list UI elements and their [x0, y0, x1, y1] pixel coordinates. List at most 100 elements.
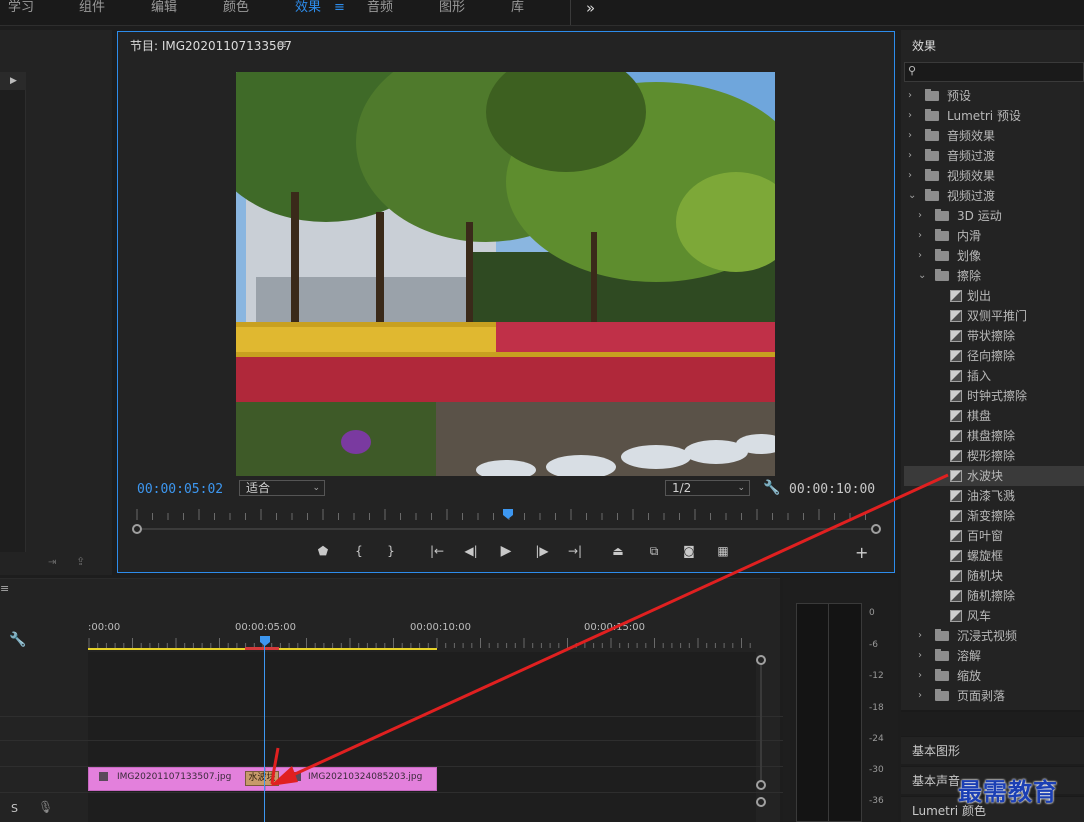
current-timecode[interactable]: 00:00:05:02: [137, 482, 223, 497]
panel-divider: [901, 710, 1084, 712]
audio-scroll-handle[interactable]: [756, 797, 766, 807]
microphone-icon[interactable]: 🎙: [38, 800, 53, 814]
transition-block[interactable]: 水波块: [245, 771, 279, 786]
clip-b[interactable]: IMG20210324085203.jpg: [265, 767, 437, 791]
effect-item[interactable]: 风车: [904, 606, 1084, 626]
effect-folder[interactable]: › 页面剥落: [904, 686, 1084, 706]
effect-item[interactable]: 双侧平推门: [904, 306, 1084, 326]
effect-folder[interactable]: ⌄ 视频过渡: [904, 186, 1084, 206]
expand-arrow-icon[interactable]: ▶: [10, 76, 17, 86]
chevron-right-icon[interactable]: ›: [908, 146, 912, 166]
effect-folder[interactable]: › 沉浸式视频: [904, 626, 1084, 646]
effect-item[interactable]: 渐变擦除: [904, 506, 1084, 526]
chevron-right-icon[interactable]: ›: [918, 246, 922, 266]
chevron-right-icon[interactable]: ›: [918, 226, 922, 246]
vscroll-track[interactable]: [760, 665, 762, 780]
effect-folder[interactable]: › 划像: [904, 246, 1084, 266]
track-area[interactable]: [88, 652, 844, 822]
effect-item[interactable]: 螺旋框: [904, 546, 1084, 566]
effect-folder[interactable]: › 溶解: [904, 646, 1084, 666]
panel-menu-icon[interactable]: ≡: [277, 37, 287, 51]
effect-item[interactable]: 棋盘擦除: [904, 426, 1084, 446]
effect-item[interactable]: 径向擦除: [904, 346, 1084, 366]
track-label: S: [11, 802, 18, 815]
tab-color[interactable]: 颜色: [223, 0, 249, 16]
step-back-icon[interactable]: ◀|: [462, 544, 480, 558]
effect-folder[interactable]: › Lumetri 预设: [904, 106, 1084, 126]
comparison-view-icon[interactable]: ▦: [714, 544, 732, 558]
play-icon[interactable]: ▶: [497, 544, 515, 558]
share-icon[interactable]: ⇪: [76, 555, 85, 568]
chevron-right-icon[interactable]: ›: [918, 646, 922, 666]
effect-folder[interactable]: › 缩放: [904, 666, 1084, 686]
clip-a[interactable]: IMG20201107133507.jpg: [88, 767, 265, 791]
go-to-in-icon[interactable]: |←: [428, 544, 446, 558]
effect-folder[interactable]: ⌄ 擦除: [904, 266, 1084, 286]
effect-folder[interactable]: › 视频效果: [904, 166, 1084, 186]
camera-icon[interactable]: ◙: [680, 544, 698, 558]
effect-label: 百叶窗: [967, 529, 1004, 543]
tab-learn[interactable]: 学习: [8, 0, 34, 16]
export-frame-icon[interactable]: ⇥: [48, 557, 56, 568]
effect-folder[interactable]: › 预设: [904, 86, 1084, 106]
timeline-settings-wrench-icon[interactable]: 🔧: [9, 632, 26, 648]
effect-folder[interactable]: › 音频效果: [904, 126, 1084, 146]
effect-folder[interactable]: › 3D 运动: [904, 206, 1084, 226]
effect-item[interactable]: 油漆飞溅: [904, 486, 1084, 506]
effect-item[interactable]: 水波块: [904, 466, 1084, 486]
tab-assembly[interactable]: 组件: [79, 0, 105, 16]
double-chevron-right-icon[interactable]: »: [586, 0, 595, 17]
tab-effects[interactable]: 效果: [295, 0, 321, 16]
effect-item[interactable]: 百叶窗: [904, 526, 1084, 546]
effect-item[interactable]: 插入: [904, 366, 1084, 386]
effects-search-input[interactable]: [904, 62, 1084, 82]
vscroll-handle-top[interactable]: [756, 655, 766, 665]
effect-item[interactable]: 时钟式擦除: [904, 386, 1084, 406]
chevron-right-icon[interactable]: ›: [918, 666, 922, 686]
effects-title: 效果: [912, 39, 937, 53]
step-forward-icon[interactable]: |▶: [533, 544, 551, 558]
essential-graphics-tab[interactable]: 基本图形: [901, 736, 1084, 764]
zoom-fit-select[interactable]: 适合 ⌄: [239, 480, 325, 496]
effect-item[interactable]: 随机块: [904, 566, 1084, 586]
zoom-handle-left[interactable]: [132, 524, 142, 534]
chevron-down-icon[interactable]: ⌄: [908, 186, 916, 206]
chevron-right-icon[interactable]: ›: [918, 686, 922, 706]
effect-label: 音频过渡: [947, 149, 996, 163]
timeline-menu-icon[interactable]: ≡: [0, 582, 9, 595]
tab-graphics[interactable]: 图形: [439, 0, 465, 16]
settings-wrench-icon[interactable]: 🔧: [763, 480, 780, 496]
effect-item[interactable]: 楔形擦除: [904, 446, 1084, 466]
effect-folder[interactable]: › 音频过渡: [904, 146, 1084, 166]
tab-editing[interactable]: 编辑: [151, 0, 177, 16]
effect-folder[interactable]: › 内滑: [904, 226, 1084, 246]
chevron-right-icon[interactable]: ›: [908, 126, 912, 146]
resolution-select[interactable]: 1/2 ⌄: [665, 480, 750, 496]
effect-item[interactable]: 棋盘: [904, 406, 1084, 426]
lift-icon[interactable]: ⏏: [609, 544, 627, 558]
go-to-out-icon[interactable]: →|: [566, 544, 584, 558]
effect-label: 随机擦除: [967, 589, 1016, 603]
effect-label: 视频效果: [947, 169, 996, 183]
effect-item[interactable]: 带状擦除: [904, 326, 1084, 346]
effect-item[interactable]: 划出: [904, 286, 1084, 306]
zoom-handle-right[interactable]: [871, 524, 881, 534]
zoom-scrollbar[interactable]: [137, 528, 877, 530]
chevron-right-icon[interactable]: ›: [908, 106, 912, 126]
chevron-right-icon[interactable]: ›: [908, 166, 912, 186]
add-button-icon[interactable]: +: [855, 543, 868, 562]
chevron-right-icon[interactable]: ›: [908, 86, 912, 106]
mark-out-icon[interactable]: }: [382, 544, 400, 558]
tab-libraries[interactable]: 库: [511, 0, 524, 16]
mark-in-icon[interactable]: {: [350, 544, 368, 558]
chevron-right-icon[interactable]: ›: [918, 206, 922, 226]
hamburger-icon[interactable]: ≡: [334, 0, 345, 16]
tab-audio[interactable]: 音频: [367, 0, 393, 16]
effect-label: 随机块: [967, 569, 1004, 583]
chevron-right-icon[interactable]: ›: [918, 626, 922, 646]
effect-item[interactable]: 随机擦除: [904, 586, 1084, 606]
extract-icon[interactable]: ⧉: [645, 544, 663, 558]
vscroll-handle-bottom[interactable]: [756, 780, 766, 790]
add-marker-icon[interactable]: ⬟: [314, 544, 332, 558]
chevron-down-icon[interactable]: ⌄: [918, 266, 926, 286]
